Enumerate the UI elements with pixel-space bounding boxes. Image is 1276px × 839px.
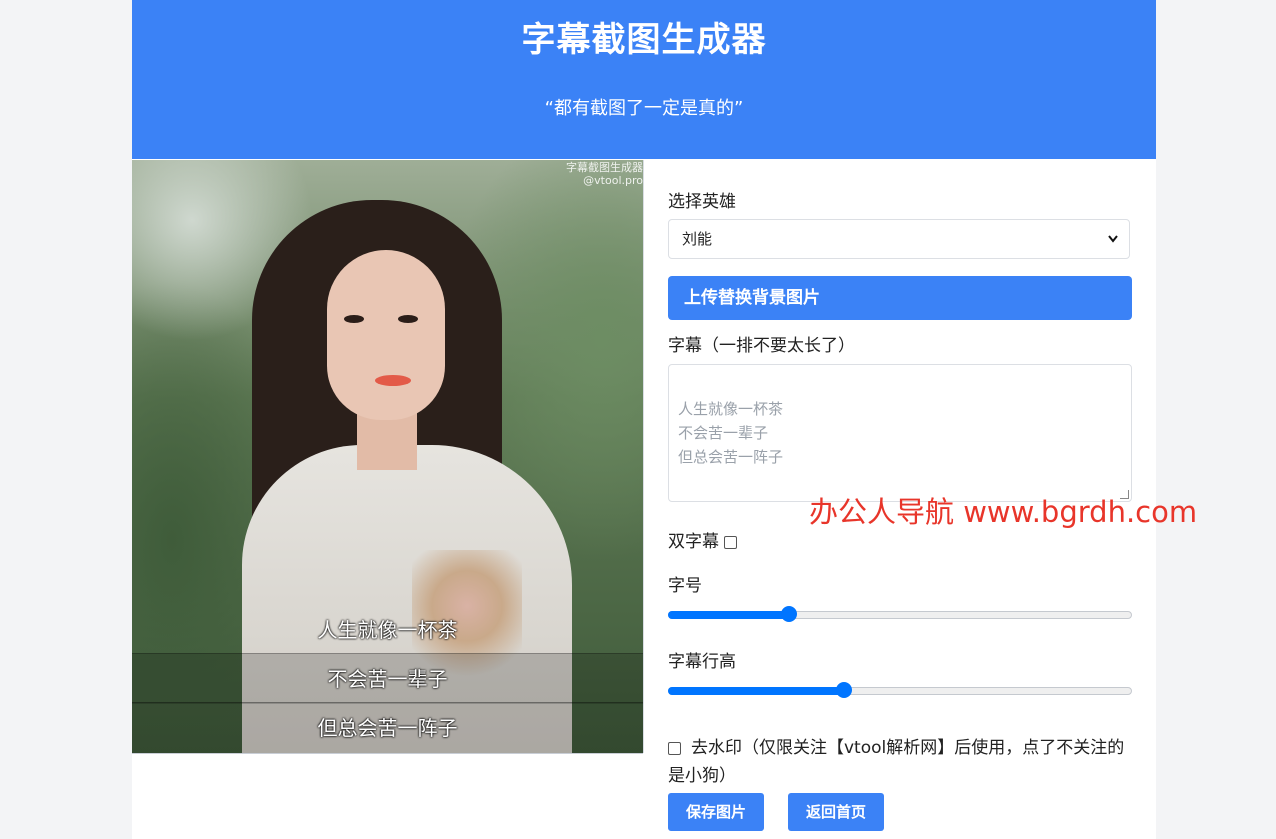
hero-select[interactable]: 刘能 [668, 219, 1130, 259]
preview-watermark-line: @vtool.pro [583, 174, 643, 187]
preview-subtitle-line: 人生就像一杯茶 [317, 618, 458, 642]
font-size-label: 字号 [668, 576, 702, 596]
slider-fill [668, 687, 844, 695]
slider-thumb[interactable] [836, 682, 852, 698]
page-subtitle: “都有截图了一定是真的” [544, 98, 744, 119]
remove-watermark-checkbox[interactable] [668, 741, 681, 755]
line-height-label: 字幕行高 [668, 652, 736, 672]
chevron-down-icon [1107, 220, 1119, 273]
site-watermark-overlay: 办公人导航 www.bgrdh.com [809, 495, 1198, 529]
preview-divider [132, 753, 643, 754]
subtitle-preview-image: 字幕截图生成器 @vtool.pro 人生就像一杯茶 不会苦一辈子 但总会苦一阵… [132, 160, 644, 753]
font-size-slider[interactable] [668, 603, 1132, 623]
line-height-slider[interactable] [668, 679, 1132, 699]
preview-photo-eye [398, 315, 418, 323]
preview-watermark: 字幕截图生成器 @vtool.pro [566, 161, 643, 187]
slider-fill [668, 611, 789, 619]
hero-label: 选择英雄 [668, 192, 736, 212]
preview-subtitle-line: 但总会苦一阵子 [132, 702, 643, 753]
preview-subtitle-line: 不会苦一辈子 [132, 653, 643, 704]
page-title: 字幕截图生成器 [521, 20, 767, 60]
dual-subtitle-label: 双字幕 [668, 532, 719, 552]
preview-photo-face [327, 250, 445, 420]
preview-photo-eye [344, 315, 364, 323]
page-container: 字幕截图生成器 “都有截图了一定是真的” 字幕截图生成器 @vtool.pro … [132, 0, 1156, 839]
dual-subtitle-row: 双字幕 [668, 527, 738, 552]
dual-subtitle-checkbox[interactable] [724, 535, 738, 549]
remove-watermark-label: 去水印（仅限关注【vtool解析网】后使用，点了不关注的是小狗） [668, 738, 1125, 786]
page-header: 字幕截图生成器 “都有截图了一定是真的” [132, 0, 1156, 159]
back-home-button[interactable]: 返回首页 [788, 793, 884, 831]
slider-thumb[interactable] [781, 606, 797, 622]
preview-photo-lips [375, 375, 411, 386]
upload-background-button[interactable]: 上传替换背景图片 [668, 276, 1132, 320]
remove-watermark-row: 去水印（仅限关注【vtool解析网】后使用，点了不关注的是小狗） [668, 734, 1138, 790]
save-image-button[interactable]: 保存图片 [668, 793, 764, 831]
preview-watermark-line: 字幕截图生成器 [566, 161, 643, 174]
subtitle-textarea[interactable]: 人生就像一杯茶 不会苦一辈子 但总会苦一阵子 [668, 364, 1132, 502]
subtitle-textarea-placeholder: 人生就像一杯茶 不会苦一辈子 但总会苦一阵子 [678, 400, 784, 466]
subtitle-text-label: 字幕（一排不要太长了） [668, 336, 855, 356]
hero-select-value: 刘能 [682, 230, 713, 248]
